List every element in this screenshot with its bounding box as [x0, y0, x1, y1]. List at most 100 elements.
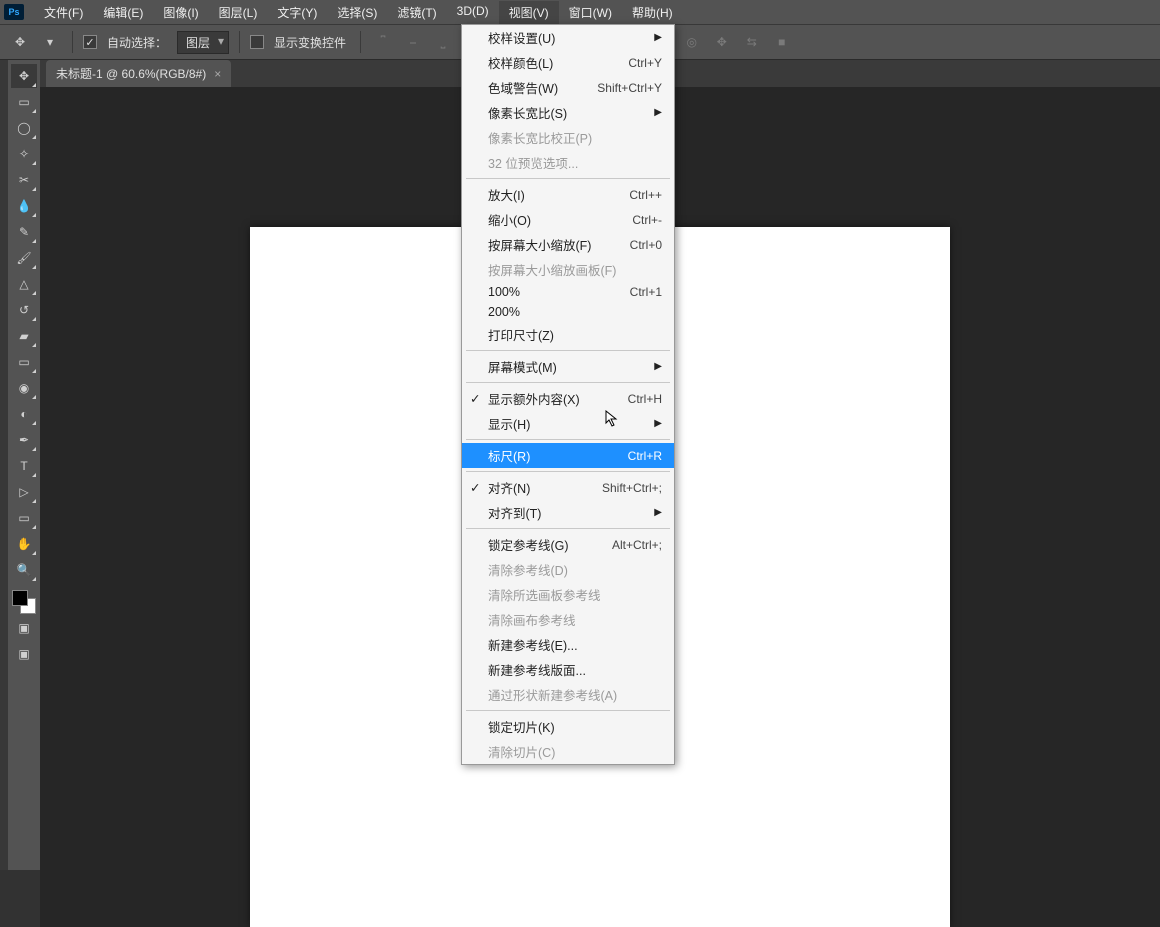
menu-item[interactable]: 新建参考线版面...: [462, 657, 674, 682]
menu-item[interactable]: 新建参考线(E)...: [462, 632, 674, 657]
menu-item[interactable]: 屏幕模式(M)▶: [462, 354, 674, 379]
menu-item-label: 打印尺寸(Z): [488, 325, 554, 344]
menu-帮助[interactable]: 帮助(H): [622, 1, 683, 24]
align-bottom-icon[interactable]: ⎵: [431, 30, 455, 54]
path-select-tool[interactable]: ▷: [11, 480, 37, 504]
submenu-arrow-icon: ▶: [654, 418, 662, 429]
menu-item-label: 锁定参考线(G): [488, 535, 569, 554]
brush-tool[interactable]: 🖌: [11, 246, 37, 270]
panel-tab-strip[interactable]: [0, 60, 8, 870]
menu-item-label: 清除所选画板参考线: [488, 585, 601, 604]
menu-shortcut: Shift+Ctrl+;: [602, 481, 662, 495]
camera-icon[interactable]: ■: [770, 30, 794, 54]
zoom-tool[interactable]: 🔍: [11, 558, 37, 582]
crop-tool[interactable]: ✂: [11, 168, 37, 192]
menu-item-label: 色域警告(W): [488, 78, 558, 97]
menu-item[interactable]: 打印尺寸(Z): [462, 322, 674, 347]
menu-separator: [466, 528, 670, 529]
divider: [72, 31, 73, 53]
menu-item-label: 校样设置(U): [488, 28, 555, 47]
toolbox: ✥▭◯✧✂💧✎🖌△↺▰▭◉◐✒T▷▭✋🔍▣▣: [8, 60, 40, 870]
shape-tool[interactable]: ▭: [11, 506, 37, 530]
menu-separator: [466, 439, 670, 440]
menu-separator: [466, 471, 670, 472]
show-transform-checkbox[interactable]: [250, 35, 264, 49]
eyedropper-tool[interactable]: 💧: [11, 194, 37, 218]
eraser-tool[interactable]: ▰: [11, 324, 37, 348]
chevron-down-icon[interactable]: ▾: [38, 30, 62, 54]
menu-shortcut: Ctrl+0: [630, 238, 662, 252]
pan-icon[interactable]: ✥: [710, 30, 734, 54]
document-tab[interactable]: 未标题-1 @ 60.6%(RGB/8#) ×: [46, 60, 231, 87]
move-tool[interactable]: ✥: [11, 64, 37, 88]
align-vcenter-icon[interactable]: ⎯: [401, 30, 425, 54]
menu-item[interactable]: 放大(I)Ctrl++: [462, 182, 674, 207]
roll-icon[interactable]: ◎: [680, 30, 704, 54]
gradient-tool[interactable]: ▭: [11, 350, 37, 374]
menu-item[interactable]: 像素长宽比(S)▶: [462, 100, 674, 125]
move-tool-icon: ✥: [8, 30, 32, 54]
clone-stamp-tool[interactable]: △: [11, 272, 37, 296]
menu-shortcut: Ctrl+R: [628, 449, 662, 463]
menu-视图[interactable]: 视图(V): [499, 1, 559, 24]
auto-select-checkbox[interactable]: [83, 35, 97, 49]
color-swatch[interactable]: [12, 590, 36, 614]
pen-tool[interactable]: ✒: [11, 428, 37, 452]
menu-item[interactable]: 色域警告(W) Shift+Ctrl+Y: [462, 75, 674, 100]
close-icon[interactable]: ×: [214, 67, 221, 81]
menu-图像[interactable]: 图像(I): [153, 1, 208, 24]
menu-item-label: 屏幕模式(M): [488, 357, 557, 376]
menu-item[interactable]: 校样设置(U) ▶: [462, 25, 674, 50]
menu-item: 清除所选画板参考线: [462, 582, 674, 607]
menu-滤镜[interactable]: 滤镜(T): [387, 1, 446, 24]
menu-item-label: 校样颜色(L): [488, 53, 553, 72]
menu-item: 清除画布参考线: [462, 607, 674, 632]
menu-item-label: 32 位预览选项...: [488, 153, 578, 172]
menu-选择[interactable]: 选择(S): [327, 1, 387, 24]
menubar: Ps 文件(F)编辑(E)图像(I)图层(L)文字(Y)选择(S)滤镜(T)3D…: [0, 0, 1160, 24]
menu-item[interactable]: 对齐到(T)▶: [462, 500, 674, 525]
menu-item[interactable]: 标尺(R)Ctrl+R: [462, 443, 674, 468]
menu-item: 32 位预览选项...: [462, 150, 674, 175]
history-brush-tool[interactable]: ↺: [11, 298, 37, 322]
menu-item[interactable]: 100%Ctrl+1: [462, 282, 674, 302]
menu-item: 清除切片(C): [462, 739, 674, 764]
menu-item-label: 通过形状新建参考线(A): [488, 685, 617, 704]
magic-wand-tool[interactable]: ✧: [11, 142, 37, 166]
slide-icon[interactable]: ⇆: [740, 30, 764, 54]
align-top-icon[interactable]: ⎴: [371, 30, 395, 54]
menu-shortcut: Shift+Ctrl+Y: [597, 81, 662, 95]
menu-item-label: 200%: [488, 305, 520, 319]
menu-item[interactable]: 锁定参考线(G)Alt+Ctrl+;: [462, 532, 674, 557]
menu-文字[interactable]: 文字(Y): [267, 1, 327, 24]
menu-item-label: 显示(H): [488, 414, 530, 433]
menu-窗口[interactable]: 窗口(W): [559, 1, 622, 24]
menu-separator: [466, 382, 670, 383]
menu-item[interactable]: 按屏幕大小缩放(F) Ctrl+0: [462, 232, 674, 257]
spot-heal-tool[interactable]: ✎: [11, 220, 37, 244]
menu-item-label: 新建参考线版面...: [488, 660, 586, 679]
menu-编辑[interactable]: 编辑(E): [93, 1, 153, 24]
menu-文件[interactable]: 文件(F): [34, 1, 93, 24]
menu-item-label: 对齐到(T): [488, 503, 541, 522]
dodge-tool[interactable]: ◐: [11, 402, 37, 426]
layer-select[interactable]: 图层: [177, 31, 229, 54]
hand-tool[interactable]: ✋: [11, 532, 37, 556]
menu-item[interactable]: ✓对齐(N)Shift+Ctrl+;: [462, 475, 674, 500]
menu-item[interactable]: 显示(H) ▶: [462, 411, 674, 436]
menu-图层[interactable]: 图层(L): [209, 1, 268, 24]
menu-item[interactable]: 缩小(O)Ctrl+-: [462, 207, 674, 232]
type-tool[interactable]: T: [11, 454, 37, 478]
menu-3[interactable]: 3D(D): [447, 1, 499, 24]
marquee-tool[interactable]: ▭: [11, 90, 37, 114]
menu-item-label: 按屏幕大小缩放(F): [488, 235, 591, 254]
lasso-tool[interactable]: ◯: [11, 116, 37, 140]
menu-item[interactable]: 锁定切片(K): [462, 714, 674, 739]
menu-item[interactable]: 校样颜色(L)Ctrl+Y: [462, 50, 674, 75]
quick-mask-icon[interactable]: ▣: [11, 616, 37, 640]
blur-tool[interactable]: ◉: [11, 376, 37, 400]
screen-mode-icon[interactable]: ▣: [11, 642, 37, 666]
menu-item[interactable]: ✓显示额外内容(X)Ctrl+H: [462, 386, 674, 411]
menu-item[interactable]: 200%: [462, 302, 674, 322]
submenu-arrow-icon: ▶: [654, 32, 662, 43]
